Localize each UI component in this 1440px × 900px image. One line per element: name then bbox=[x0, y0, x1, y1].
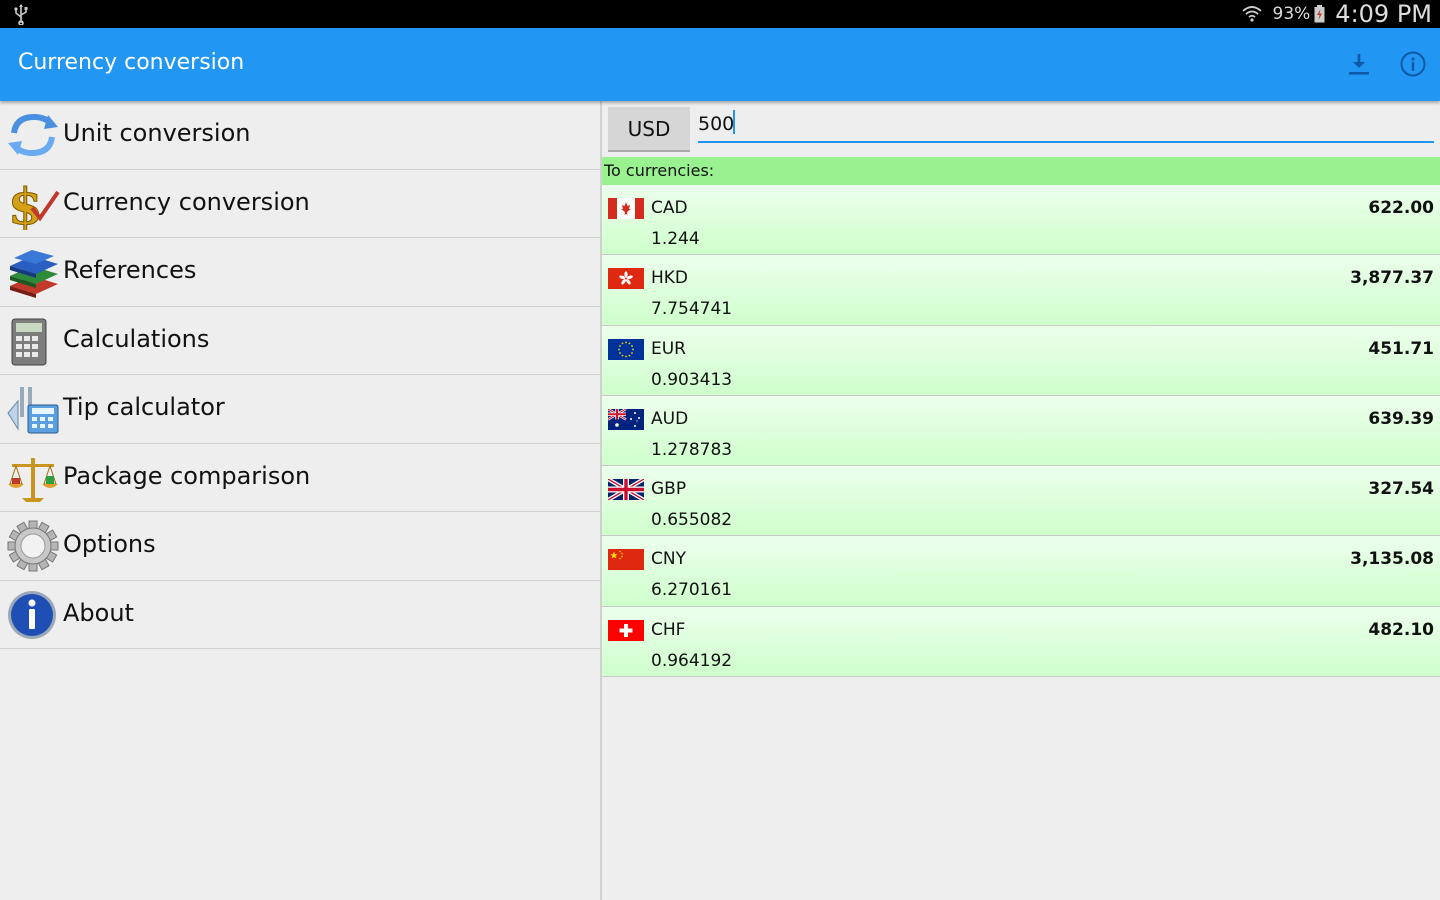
switzerland-flag-icon bbox=[608, 619, 644, 641]
australia-flag-icon bbox=[608, 408, 644, 430]
to-currencies-header: To currencies: bbox=[602, 157, 1440, 185]
battery-charging-icon bbox=[1314, 5, 1325, 23]
sidebar-item-package-comparison[interactable]: Package comparison bbox=[0, 444, 600, 512]
amount-input[interactable] bbox=[698, 107, 1434, 143]
exchange-rate: 0.903413 bbox=[651, 369, 733, 390]
converter-panel: USD To currencies: CAD 1.244 622.00 bbox=[602, 101, 1440, 900]
exchange-rate: 0.964192 bbox=[651, 650, 733, 671]
clock: 4:09 PM bbox=[1335, 0, 1432, 28]
rate-row-cad[interactable]: CAD 1.244 622.00 bbox=[602, 185, 1440, 256]
rate-row-hkd[interactable]: HKD 7.754741 3,877.37 bbox=[602, 255, 1440, 326]
battery-percent: 93% bbox=[1272, 4, 1311, 24]
sidebar-item-options[interactable]: Options bbox=[0, 512, 600, 581]
converted-amount: 622.00 bbox=[1368, 198, 1434, 218]
rate-row-chf[interactable]: CHF 0.964192 482.10 bbox=[602, 606, 1440, 678]
uk-flag-icon bbox=[608, 479, 644, 501]
sidebar-item-label: Options bbox=[63, 530, 156, 558]
converted-amount: 327.54 bbox=[1368, 479, 1434, 500]
books-icon bbox=[10, 250, 58, 298]
converted-amount: 3,135.08 bbox=[1350, 549, 1434, 570]
svg-text:$: $ bbox=[8, 178, 43, 230]
dollar-icon: $ bbox=[8, 178, 60, 230]
converted-amount: 639.39 bbox=[1368, 408, 1434, 429]
currency-code: CAD bbox=[651, 198, 688, 218]
exchange-rate: 7.754741 bbox=[651, 299, 733, 320]
currency-code: CNY bbox=[651, 549, 686, 570]
usb-icon bbox=[14, 4, 28, 25]
download-button[interactable] bbox=[1343, 48, 1375, 80]
download-icon bbox=[1349, 54, 1369, 75]
eu-flag-icon bbox=[608, 338, 644, 360]
calculator-icon bbox=[11, 318, 47, 365]
info-button[interactable] bbox=[1397, 48, 1429, 80]
exchange-rate: 1.244 bbox=[651, 229, 700, 249]
sidebar-item-label: Package comparison bbox=[63, 461, 311, 490]
sidebar-item-label: References bbox=[63, 256, 197, 284]
currency-code: HKD bbox=[651, 268, 689, 289]
info-icon bbox=[1400, 51, 1426, 77]
sidebar: Unit conversion $ Currency conversion Re… bbox=[0, 101, 600, 900]
page-title: Currency conversion bbox=[18, 50, 245, 75]
sidebar-item-calculations[interactable]: Calculations bbox=[0, 307, 600, 375]
exchange-rate: 1.278783 bbox=[651, 439, 733, 460]
rate-row-aud[interactable]: AUD 1.278783 639.39 bbox=[602, 395, 1440, 467]
rates-list: CAD 1.244 622.00 HKD 7.754741 3,877.37 E… bbox=[602, 185, 1440, 678]
status-bar: 93% 4:09 PM bbox=[0, 0, 1440, 28]
sidebar-item-about[interactable]: About bbox=[0, 581, 600, 649]
converted-amount: 482.10 bbox=[1368, 619, 1434, 640]
converted-amount: 3,877.37 bbox=[1350, 268, 1434, 289]
sidebar-item-label: Unit conversion bbox=[63, 119, 251, 147]
rate-row-gbp[interactable]: GBP 0.655082 327.54 bbox=[602, 466, 1440, 537]
wifi-icon bbox=[1241, 6, 1262, 22]
info-icon bbox=[8, 590, 56, 639]
sidebar-item-references[interactable]: References bbox=[0, 238, 600, 307]
canada-flag-icon bbox=[608, 198, 644, 219]
text-cursor bbox=[733, 110, 735, 134]
sidebar-item-currency-conversion[interactable]: $ Currency conversion bbox=[0, 170, 600, 238]
from-currency-button[interactable]: USD bbox=[608, 107, 690, 152]
sidebar-item-label: Tip calculator bbox=[63, 393, 225, 421]
unit-conversion-icon bbox=[8, 113, 58, 157]
sidebar-item-tip-calculator[interactable]: Tip calculator bbox=[0, 375, 600, 444]
china-flag-icon bbox=[608, 549, 644, 571]
currency-code: CHF bbox=[651, 619, 686, 640]
sidebar-item-label: Currency conversion bbox=[63, 187, 310, 216]
tip-calculator-icon bbox=[7, 387, 59, 434]
converted-amount: 451.71 bbox=[1368, 338, 1434, 359]
sidebar-item-unit-conversion[interactable]: Unit conversion bbox=[0, 101, 600, 170]
action-bar: Currency conversion bbox=[0, 28, 1440, 101]
sidebar-item-label: Calculations bbox=[63, 324, 210, 353]
currency-code: EUR bbox=[651, 338, 686, 359]
rate-row-cny[interactable]: CNY 6.270161 3,135.08 bbox=[602, 536, 1440, 607]
currency-code: AUD bbox=[651, 408, 689, 429]
rate-row-eur[interactable]: EUR 0.903413 451.71 bbox=[602, 325, 1440, 396]
exchange-rate: 6.270161 bbox=[651, 580, 733, 601]
currency-code: GBP bbox=[651, 479, 687, 500]
sidebar-item-label: About bbox=[63, 598, 134, 627]
exchange-rate: 0.655082 bbox=[651, 510, 733, 531]
hong-kong-flag-icon bbox=[608, 268, 644, 290]
scale-icon bbox=[8, 457, 58, 502]
gear-icon bbox=[7, 520, 59, 572]
